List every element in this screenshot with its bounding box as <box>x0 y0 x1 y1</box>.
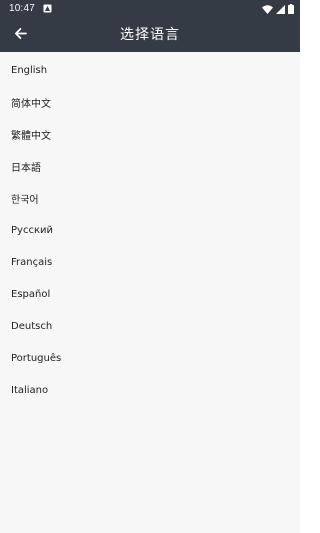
language-item-simplified-chinese[interactable]: 简体中文 <box>0 86 300 118</box>
language-label: 한국어 <box>11 194 39 206</box>
app-bar: 选择语言 <box>0 16 300 52</box>
status-bar: 10:47 <box>0 0 300 16</box>
language-label: Español <box>11 288 51 300</box>
language-label: Français <box>11 256 53 268</box>
language-label: Italiano <box>11 384 49 396</box>
screen: 10:47 选择语言 English 简体中文 繁體中文 日本語 한국어 Рус… <box>0 0 300 533</box>
wifi-icon <box>262 0 273 18</box>
language-item-japanese[interactable]: 日本語 <box>0 150 300 182</box>
status-icons <box>262 0 294 18</box>
language-label: 简体中文 <box>11 98 51 110</box>
language-item-german[interactable]: Deutsch <box>0 310 300 342</box>
language-label: Русский <box>11 224 53 236</box>
language-item-french[interactable]: Français <box>0 246 300 278</box>
language-label: 繁體中文 <box>11 130 51 142</box>
language-list: English 简体中文 繁體中文 日本語 한국어 Русский França… <box>0 54 300 406</box>
battery-icon <box>288 0 294 18</box>
language-label: English <box>11 64 48 76</box>
language-item-english[interactable]: English <box>0 54 300 86</box>
language-label: Deutsch <box>11 320 53 332</box>
language-label: Português <box>11 352 62 364</box>
page-title: 选择语言 <box>120 27 180 43</box>
status-time: 10:47 <box>9 2 36 14</box>
language-label: 日本語 <box>11 162 41 174</box>
arrow-left-icon <box>14 25 27 44</box>
signal-icon <box>276 0 285 18</box>
notification-icon <box>43 4 52 13</box>
language-item-korean[interactable]: 한국어 <box>0 182 300 214</box>
language-item-traditional-chinese[interactable]: 繁體中文 <box>0 118 300 150</box>
language-item-portuguese[interactable]: Português <box>0 342 300 374</box>
language-item-russian[interactable]: Русский <box>0 214 300 246</box>
language-item-italian[interactable]: Italiano <box>0 374 300 406</box>
language-item-spanish[interactable]: Español <box>0 278 300 310</box>
back-button[interactable] <box>6 20 34 48</box>
